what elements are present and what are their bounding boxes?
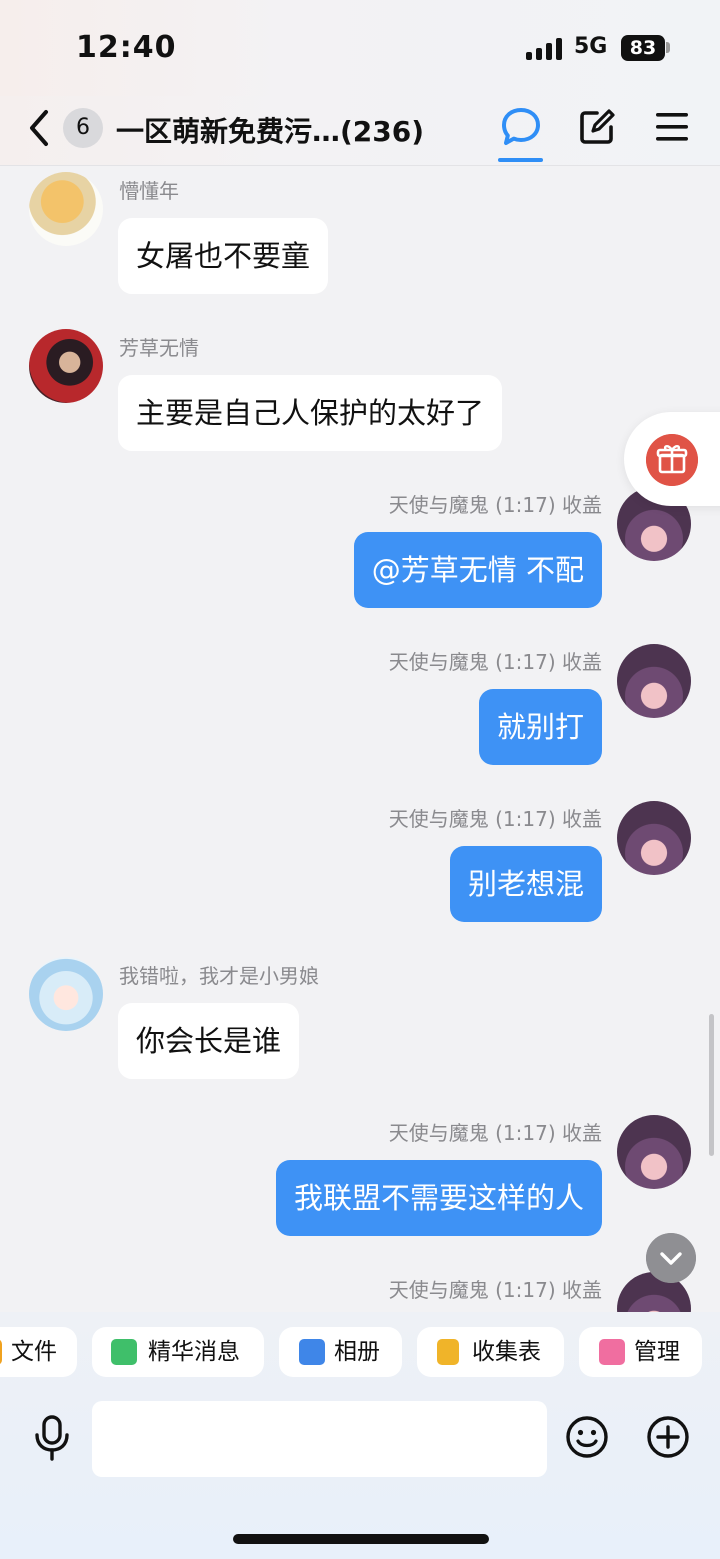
essence-icon [111,1339,137,1365]
quick-action-essence[interactable]: 精华消息 [92,1327,264,1377]
gift-icon[interactable] [646,434,698,486]
scroll-to-bottom-icon[interactable] [646,1233,696,1283]
avatar[interactable] [617,801,691,875]
signal-icon [526,38,562,60]
sender-name: 天使与魔鬼 (1:17) 收盖 [388,650,602,674]
network-type: 5G [574,34,608,59]
quick-action-file[interactable]: 文件 [0,1327,77,1377]
sender-name: 天使与魔鬼 (1:17) 收盖 [388,1278,602,1302]
home-indicator[interactable] [233,1534,489,1544]
menu-icon[interactable] [654,110,690,144]
sender-name: 天使与魔鬼 (1:17) 收盖 [388,807,602,831]
sender-name: 懵懂年 [119,179,179,203]
file-icon [0,1339,2,1365]
status-bar: 12:40 5G 83 [0,0,720,96]
message-bubble[interactable]: 别老想混 [449,846,602,922]
avatar[interactable] [29,172,103,246]
edit-icon[interactable] [578,108,616,146]
avatar[interactable] [617,1115,691,1189]
avatar[interactable] [617,644,691,718]
form-icon [437,1339,459,1365]
message-bubble[interactable]: 主要是自己人保护的太好了 [118,375,503,451]
avatar[interactable] [29,957,103,1031]
sender-name: 我错啦，我才是小男娘 [119,964,319,988]
group-title[interactable]: 一区萌新免费污…(236) [116,110,424,150]
emoji-icon[interactable] [565,1415,609,1459]
scrollbar[interactable] [709,1014,714,1156]
manage-icon [599,1339,625,1365]
sender-name: 天使与魔鬼 (1:17) 收盖 [388,493,602,517]
quick-action-manage[interactable]: 管理 [579,1327,702,1377]
back-arrow-icon[interactable] [24,108,54,148]
quick-action-album[interactable]: 相册 [279,1327,402,1377]
message-bubble[interactable]: 我联盟不需要这样的人 [275,1160,602,1236]
battery-tip [666,42,670,53]
active-tab-indicator [498,158,543,162]
status-time: 12:40 [76,30,177,65]
message-input[interactable] [92,1401,547,1477]
sender-name: 芳草无情 [119,336,199,360]
chat-header: 6 一区萌新免费污…(236) [0,96,720,166]
album-icon [299,1339,325,1365]
battery-icon: 83 [621,35,665,61]
message-bubble[interactable]: 女屠也不要童 [118,218,329,294]
quick-action-form[interactable]: 收集表 [417,1327,564,1377]
chat-bubble-icon[interactable] [500,106,542,148]
unread-count-badge[interactable]: 6 [63,108,103,148]
avatar[interactable] [29,329,103,403]
plus-icon[interactable] [646,1415,690,1459]
message-bubble[interactable]: 就别打 [478,689,602,765]
microphone-icon[interactable] [32,1415,72,1461]
sender-name: 天使与魔鬼 (1:17) 收盖 [388,1121,602,1145]
message-bubble[interactable]: @芳草无情 不配 [353,532,602,608]
message-bubble[interactable]: 你会长是谁 [118,1003,300,1079]
